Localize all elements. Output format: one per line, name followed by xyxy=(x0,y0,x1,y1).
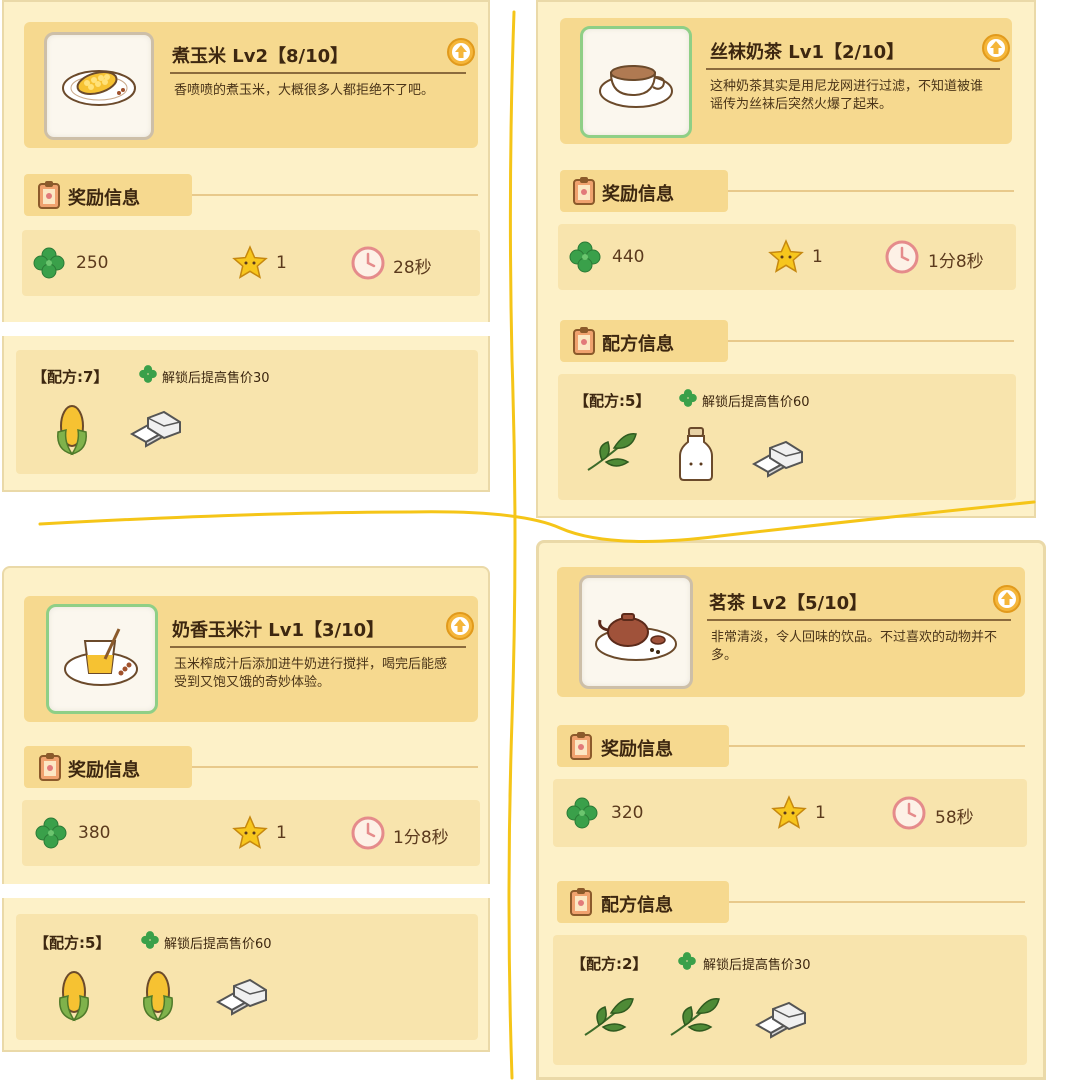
recipe-label: 【配方:5】 xyxy=(34,934,111,952)
star-reward: 1 xyxy=(812,247,823,267)
teapot-icon xyxy=(595,613,677,661)
milk-bottle-icon xyxy=(676,426,716,482)
upgrade-arrow-icon xyxy=(982,34,1010,62)
item-thumbnail[interactable] xyxy=(579,575,693,689)
reward-section-title: 奖励信息 xyxy=(602,184,674,205)
milk-tea-cup-icon xyxy=(599,65,673,108)
name-underline xyxy=(706,68,1000,70)
section-divider xyxy=(192,766,478,768)
item-panel-tea: 茗茶 Lv2【5/10】 非常清淡，令人回味的饮品。不过喜欢的动物并不多。 奖励… xyxy=(536,540,1046,1080)
recipe-section-title: 配方信息 xyxy=(601,895,673,916)
sugar-cube-icon xyxy=(750,438,806,478)
upgrade-button[interactable] xyxy=(993,585,1021,613)
recipe-label: 【配方:5】 xyxy=(574,392,651,410)
item-description: 非常清淡，令人回味的饮品。不过喜欢的动物并不多。 xyxy=(711,630,998,663)
clipboard-icon xyxy=(569,887,593,917)
corn-icon xyxy=(52,402,92,456)
upgrade-button[interactable] xyxy=(447,38,475,66)
star-reward: 1 xyxy=(815,803,826,823)
clock-icon xyxy=(891,795,927,831)
time-reward: 28秒 xyxy=(393,258,432,278)
reward-section-title: 奖励信息 xyxy=(68,760,140,781)
name-underline xyxy=(707,619,1011,621)
section-divider xyxy=(728,190,1014,192)
item-panel-silk-milk-tea: 丝袜奶茶 Lv1【2/10】 这种奶茶其实是用尼龙网进行过滤，不知道被谁谣传为丝… xyxy=(536,0,1036,518)
upgrade-arrow-icon xyxy=(446,612,474,640)
section-divider xyxy=(729,901,1025,903)
corn-juice-icon xyxy=(64,628,138,686)
item-description: 香喷喷的煮玉米，大概很多人都拒绝不了吧。 xyxy=(174,83,435,98)
section-divider xyxy=(729,745,1025,747)
upgrade-arrow-icon xyxy=(447,38,475,66)
clover-reward: 250 xyxy=(76,253,109,273)
recipe-label: 【配方:7】 xyxy=(32,368,109,386)
sugar-cube-icon xyxy=(753,999,809,1039)
clover-icon xyxy=(678,388,698,408)
recipe-note: 解锁后提高售价30 xyxy=(703,958,811,973)
sugar-cube-icon xyxy=(214,976,270,1016)
clover-icon xyxy=(140,930,160,950)
item-thumbnail[interactable] xyxy=(44,32,154,140)
star-reward: 1 xyxy=(276,823,287,843)
item-thumbnail[interactable] xyxy=(46,604,158,714)
clover-reward: 320 xyxy=(611,803,644,823)
clock-icon xyxy=(350,815,386,851)
upgrade-button[interactable] xyxy=(982,34,1010,62)
item-description: 玉米榨成汁后添加进牛奶进行搅拌，喝完后能感受到又饱又饿的奇妙体验。 xyxy=(174,657,448,690)
recipe-label: 【配方:2】 xyxy=(571,955,648,973)
star-icon xyxy=(232,245,268,281)
clover-icon xyxy=(568,240,602,274)
item-panel-boiled-corn: 煮玉米 Lv2【8/10】 香喷喷的煮玉米，大概很多人都拒绝不了吧。 奖励信息 … xyxy=(2,0,490,322)
clipboard-icon xyxy=(572,326,596,356)
star-icon xyxy=(768,239,804,275)
upgrade-button[interactable] xyxy=(446,612,474,640)
item-description: 这种奶茶其实是用尼龙网进行过滤，不知道被谁谣传为丝袜后突然火爆了起来。 xyxy=(710,79,984,112)
star-icon xyxy=(232,815,268,851)
clock-icon xyxy=(884,239,920,275)
clipboard-icon xyxy=(572,176,596,206)
time-reward: 1分8秒 xyxy=(393,828,449,848)
recipe-note: 解锁后提高售价30 xyxy=(162,371,270,386)
tea-leaf-icon xyxy=(584,430,638,474)
clipboard-icon xyxy=(37,180,61,210)
recipe-note: 解锁后提高售价60 xyxy=(702,395,810,410)
clock-icon xyxy=(350,245,386,281)
time-reward: 58秒 xyxy=(935,808,974,828)
reward-section-title: 奖励信息 xyxy=(601,739,673,760)
clipboard-icon xyxy=(38,752,62,782)
item-name: 奶香玉米汁 Lv1【3/10】 xyxy=(172,620,385,641)
upgrade-arrow-icon xyxy=(993,585,1021,613)
item-name: 煮玉米 Lv2【8/10】 xyxy=(172,46,349,67)
recipe-note: 解锁后提高售价60 xyxy=(164,937,272,952)
clover-icon xyxy=(565,796,599,830)
recipe-section-title: 配方信息 xyxy=(602,334,674,355)
star-reward: 1 xyxy=(276,253,287,273)
name-underline xyxy=(170,646,466,648)
boiled-corn-plate-icon xyxy=(62,70,136,106)
clover-icon xyxy=(34,816,68,850)
item-name: 丝袜奶茶 Lv1【2/10】 xyxy=(710,42,905,63)
star-icon xyxy=(771,795,807,831)
clover-icon xyxy=(32,246,66,280)
clover-reward: 380 xyxy=(78,823,111,843)
name-underline xyxy=(170,72,466,74)
section-divider xyxy=(192,194,478,196)
clover-icon xyxy=(677,951,697,971)
recipe-panel-milky-corn-juice: 【配方:5】 解锁后提高售价60 xyxy=(2,898,490,1052)
reward-section-title: 奖励信息 xyxy=(68,188,140,209)
section-divider xyxy=(728,340,1014,342)
clipboard-icon xyxy=(569,731,593,761)
item-panel-milky-corn-juice: 奶香玉米汁 Lv1【3/10】 玉米榨成汁后添加进牛奶进行搅拌，喝完后能感受到又… xyxy=(2,566,490,884)
corn-icon xyxy=(138,968,178,1022)
tea-leaf-icon xyxy=(667,995,721,1039)
item-thumbnail[interactable] xyxy=(580,26,692,138)
tea-leaf-icon xyxy=(581,995,635,1039)
clover-icon xyxy=(138,364,158,384)
sugar-cube-icon xyxy=(128,408,184,448)
clover-reward: 440 xyxy=(612,247,645,267)
recipe-panel-boiled-corn: 【配方:7】 解锁后提高售价30 xyxy=(2,336,490,492)
corn-icon xyxy=(54,968,94,1022)
time-reward: 1分8秒 xyxy=(928,252,984,272)
item-name: 茗茶 Lv2【5/10】 xyxy=(709,593,868,614)
